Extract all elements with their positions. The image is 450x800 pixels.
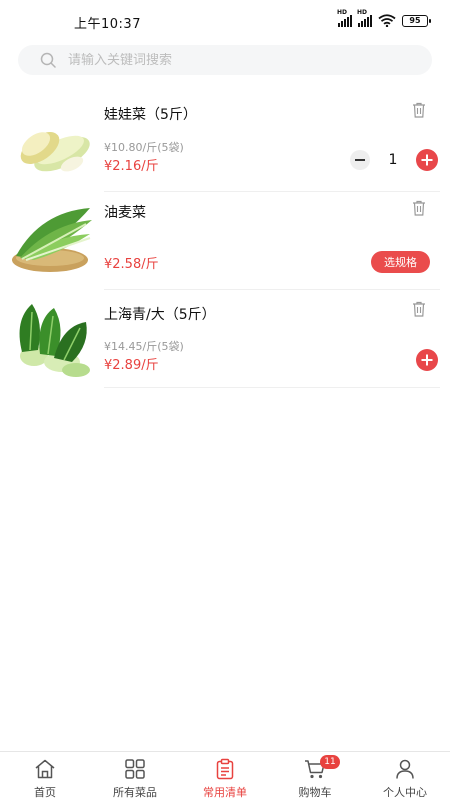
tab-all-dishes[interactable]: 所有菜品 [90, 752, 180, 800]
trash-icon[interactable] [412, 200, 426, 216]
grid-icon [125, 759, 145, 779]
product-item[interactable]: 娃娃菜（5斤） ¥10.80/斤(5袋) ¥2.16/斤 1 [0, 92, 450, 192]
search-bar[interactable] [18, 45, 432, 75]
trash-icon[interactable] [412, 102, 426, 118]
battery-icon: 95 [402, 14, 431, 27]
tab-label: 购物车 [298, 786, 332, 799]
tab-label: 所有菜品 [113, 786, 157, 799]
lettuce-image [12, 208, 92, 272]
product-price: ¥2.16/斤 [104, 159, 159, 174]
search-icon [40, 52, 56, 68]
signal-icon: HD [337, 9, 352, 27]
add-to-cart-button[interactable] [416, 349, 438, 371]
bok-choy-image [19, 304, 90, 377]
status-time: 上午10:37 [74, 17, 141, 32]
product-unit-price: ¥14.45/斤(5袋) [104, 340, 184, 353]
product-unit-price: ¥10.80/斤(5袋) [104, 141, 184, 154]
tab-bar: 首页 所有菜品 常用清单 11 购物车 个人中心 [0, 751, 450, 800]
tab-cart[interactable]: 11 购物车 [270, 752, 360, 800]
quantity-stepper: 1 [350, 149, 438, 171]
clipboard-icon [216, 758, 234, 780]
product-item[interactable]: 油麦菜 ¥2.58/斤 选规格 [0, 190, 450, 290]
product-name: 娃娃菜（5斤） [104, 107, 197, 123]
cart-badge: 11 [320, 755, 340, 769]
tab-label: 个人中心 [383, 786, 427, 799]
tab-label: 常用清单 [203, 786, 247, 799]
tab-label: 首页 [34, 786, 56, 799]
search-input[interactable] [68, 52, 398, 68]
status-icons: HD HD 95 [337, 9, 431, 27]
decrease-button[interactable] [350, 150, 370, 170]
wifi-icon [378, 14, 396, 27]
divider [104, 387, 440, 388]
tab-frequent-list[interactable]: 常用清单 [180, 752, 270, 800]
signal-icon: HD [357, 9, 372, 27]
status-bar: 上午10:37 HD HD 95 [0, 0, 450, 44]
select-spec-button[interactable]: 选规格 [371, 251, 430, 273]
quantity-value: 1 [388, 152, 398, 168]
product-price: ¥2.58/斤 [104, 257, 159, 272]
product-price: ¥2.89/斤 [104, 358, 159, 373]
product-item[interactable]: 上海青/大（5斤） ¥14.45/斤(5袋) ¥2.89/斤 [0, 288, 450, 388]
tab-profile[interactable]: 个人中心 [360, 752, 450, 800]
trash-icon[interactable] [412, 301, 426, 317]
product-name: 油麦菜 [104, 205, 146, 221]
increase-button[interactable] [416, 149, 438, 171]
person-icon [396, 759, 414, 779]
home-icon [35, 759, 55, 779]
product-name: 上海青/大（5斤） [104, 307, 216, 323]
napa-cabbage-image [20, 132, 90, 172]
tab-home[interactable]: 首页 [0, 752, 90, 800]
